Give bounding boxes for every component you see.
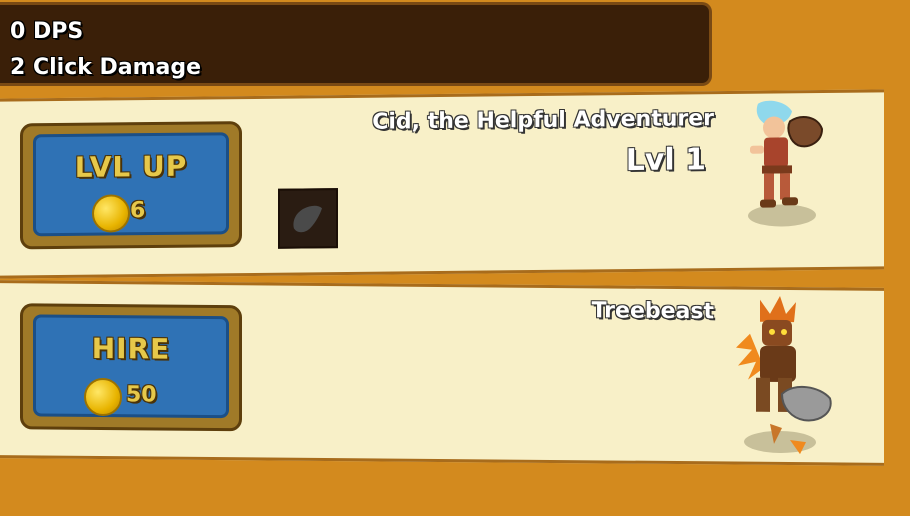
hero-level-cid: Lvl 1 [625, 142, 706, 179]
stats-panel: 0 DPS 2 Click Damage [0, 2, 712, 86]
hire-label: HIRE [91, 331, 171, 366]
hero-name-cid: Cid, the Helpful Adventurer [372, 106, 714, 135]
hero-row-cid: LVL UP 6 Cid, the Helpful Adventurer Lvl… [0, 89, 884, 279]
level-up-label: LVL UP [74, 149, 188, 184]
level-up-cost: 6 [130, 198, 146, 224]
dps-readout: 0 DPS [10, 19, 84, 44]
upgrade-slot[interactable] [278, 188, 338, 249]
click-damage-readout: 2 Click Damage [10, 55, 202, 80]
gold-coin-icon [92, 194, 130, 233]
gold-coin-icon [84, 377, 122, 417]
button-face: LVL UP 6 [33, 132, 229, 237]
hire-cost: 50 [126, 382, 157, 408]
cid-hero-icon[interactable] [730, 99, 840, 232]
button-face: HIRE 50 [33, 314, 229, 419]
hero-row-treebeast: HIRE 50 Treebeast [0, 280, 884, 466]
hire-button[interactable]: HIRE 50 [20, 303, 242, 432]
locked-upgrade-icon [293, 205, 322, 233]
level-up-button[interactable]: LVL UP 6 [20, 121, 242, 250]
treebeast-hero-icon[interactable] [730, 294, 850, 463]
hero-name-treebeast: Treebeast [591, 298, 714, 325]
